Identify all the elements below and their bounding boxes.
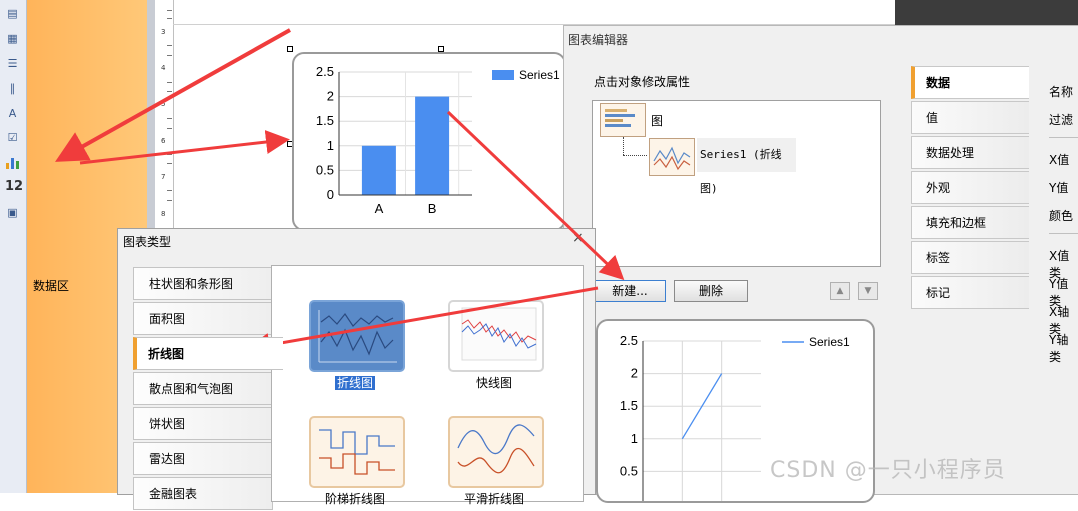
watermark: CSDN @一只小程序员 (770, 458, 1006, 483)
type-tab-bar[interactable]: 柱状图和条形图 (133, 267, 273, 300)
type-tab-scatter[interactable]: 散点图和气泡图 (133, 372, 273, 405)
type-tab-area[interactable]: 面积图 (133, 302, 273, 335)
y-tick-label: 0.5 (316, 162, 334, 177)
tab-labels[interactable]: 标签 (911, 241, 1029, 274)
chart-type-title: 图表类型 (123, 235, 172, 249)
properties-hint: 点击对象修改属性 (594, 75, 691, 89)
y-tick-label: 0.5 (620, 463, 638, 478)
bar (415, 96, 450, 195)
image-icon[interactable]: ▣ (5, 205, 20, 220)
prop-x-value: X值 (1049, 153, 1070, 167)
tab-value[interactable]: 值 (911, 101, 1029, 134)
type-tab-financial[interactable]: 金融图表 (133, 477, 273, 510)
page-icon[interactable]: ▤ (5, 6, 20, 21)
tree-node-series[interactable]: Series1 (折线图) (697, 138, 796, 195)
prop-y-value: Y值 (1049, 181, 1069, 195)
fast-line-thumbnail[interactable] (448, 300, 544, 372)
line-chart-thumbnail[interactable] (309, 300, 405, 372)
type-tab-line[interactable]: 折线图 (133, 337, 283, 370)
editor-title: 图表编辑器 (568, 33, 629, 47)
close-icon[interactable]: × (572, 230, 584, 246)
tab-markers[interactable]: 标记 (911, 276, 1029, 309)
ruler-mark: 6 (161, 137, 166, 145)
chart-type-dialog: 图表类型 × 柱状图和条形图 面积图 折线图 散点图和气泡图 饼状图 雷达图 金… (117, 228, 596, 510)
resize-handle[interactable] (287, 46, 293, 52)
y-tick-label: 1.5 (620, 398, 638, 413)
thumb-label-fast-line: 快线图 (475, 376, 512, 390)
tree-connector (623, 137, 624, 155)
y-tick-label: 1.5 (316, 113, 334, 128)
tree-connector (623, 155, 647, 156)
legend-label: Series1 (519, 68, 560, 82)
smooth-line-thumbnail[interactable] (448, 416, 544, 488)
list-icon[interactable]: ☰ (5, 56, 20, 71)
y-tick-label: 1 (327, 138, 334, 153)
new-series-button[interactable]: 新建... (594, 280, 666, 302)
tab-data[interactable]: 数据 (911, 66, 1029, 99)
thumb-label-line: 折线图 (334, 376, 375, 390)
report-bar-chart[interactable]: 0 0.5 1 1.5 2 2.5 A B Series1 (292, 52, 566, 231)
left-toolbar: ▤ ▦ ☰ ∥ A ☑ 12 ▣ (0, 0, 27, 493)
y-tick-label: 1 (631, 431, 638, 446)
legend-swatch (492, 70, 514, 80)
ruler-mark: 8 (161, 210, 166, 218)
chart-node-icon[interactable] (600, 103, 646, 137)
chart-icon[interactable] (5, 155, 20, 170)
dark-background (895, 0, 1078, 26)
type-tab-radar[interactable]: 雷达图 (133, 442, 273, 475)
y-tick-label: 2 (327, 89, 334, 104)
bar-chart-svg: 0 0.5 1 1.5 2 2.5 A B Series1 (316, 64, 560, 216)
y-tick-label: 2.5 (620, 333, 638, 348)
table-icon[interactable]: ▦ (5, 31, 20, 46)
tab-data-processing[interactable]: 数据处理 (911, 136, 1029, 169)
line-series-icon[interactable] (649, 138, 695, 176)
legend-label: Series1 (809, 335, 850, 349)
chart-type-gallery: 折线图 快线图 阶梯折线图 平滑折线图 (271, 265, 584, 506)
checkbox-icon[interactable]: ☑ (5, 130, 20, 145)
prop-name: 名称 (1049, 85, 1074, 99)
barcode-icon[interactable]: ∥ (5, 81, 20, 96)
chart-editor-window: 图表编辑器 点击对象修改属性 图 Series1 (折线图) 新建... 删除 … (563, 25, 1078, 504)
tab-fill-border[interactable]: 填充和边框 (911, 206, 1029, 239)
object-tree: 图 Series1 (折线图) (592, 100, 881, 267)
ruler-mark: 4 (161, 64, 166, 72)
move-up-icon[interactable]: ▲ (830, 282, 850, 300)
ruler-mark: 5 (161, 100, 166, 108)
prop-separator (1049, 137, 1078, 138)
prop-color: 颜色 (1049, 209, 1074, 223)
y-tick-label: 2 (631, 366, 638, 381)
step-line-thumbnail[interactable] (309, 416, 405, 488)
y-tick-label: 2.5 (316, 64, 334, 79)
ruler-mark: 3 (161, 28, 166, 36)
x-tick-label: B (428, 201, 437, 216)
tree-node-chart[interactable]: 图 (651, 112, 663, 129)
bar (361, 145, 396, 195)
prop-y-axis-type: Y轴类 (1049, 333, 1069, 364)
type-tab-pie[interactable]: 饼状图 (133, 407, 273, 440)
prop-filter: 过滤 (1049, 113, 1074, 127)
x-tick-label: A (375, 201, 384, 216)
number-icon[interactable]: 12 (5, 179, 23, 194)
data-band-label: 数据区 (33, 279, 70, 293)
tab-appearance[interactable]: 外观 (911, 171, 1029, 204)
y-tick-label: 0 (327, 187, 334, 202)
prop-separator (1049, 233, 1078, 234)
move-down-icon[interactable]: ▼ (858, 282, 878, 300)
text-icon[interactable]: A (5, 106, 20, 121)
ruler-mark: 7 (161, 173, 166, 181)
delete-series-button[interactable]: 删除 (674, 280, 748, 302)
